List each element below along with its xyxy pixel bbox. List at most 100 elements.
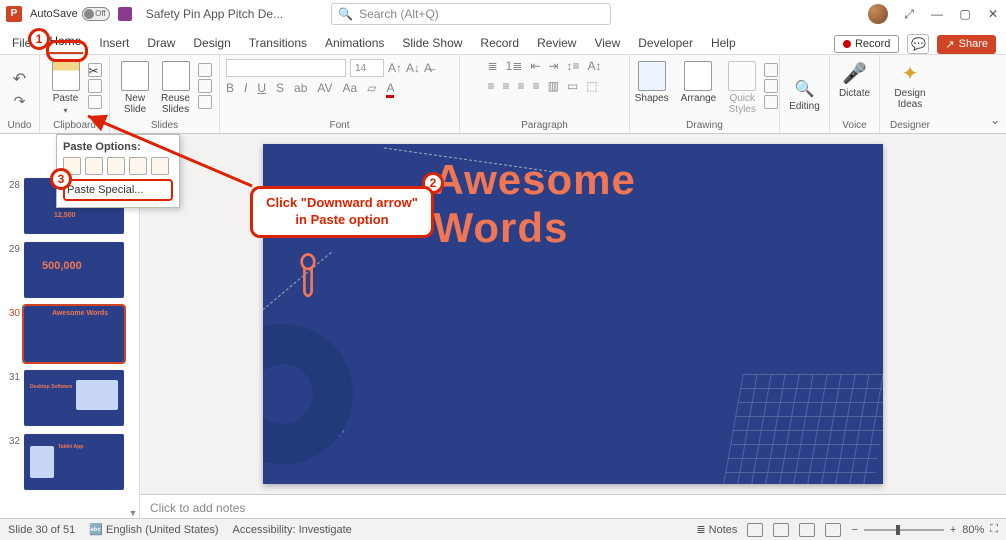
font-size-input[interactable]: 14 [350, 59, 384, 77]
undo-icon[interactable]: ↶ [13, 69, 26, 89]
search-input[interactable]: 🔍 Search (Alt+Q) [331, 3, 611, 25]
user-avatar[interactable] [868, 4, 888, 24]
zoom-out-icon[interactable]: − [851, 524, 857, 536]
minimize-icon[interactable]: — [930, 7, 944, 21]
design-ideas-button[interactable]: ✦ Design Ideas [890, 59, 929, 112]
tab-insert[interactable]: Insert [97, 32, 131, 54]
slide-thumbnail[interactable]: 500,000 [24, 242, 124, 298]
new-slide-button[interactable]: New Slide [117, 59, 153, 117]
accessibility-status[interactable]: Accessibility: Investigate [233, 524, 352, 536]
font-name-input[interactable] [226, 59, 346, 77]
tab-view[interactable]: View [592, 32, 622, 54]
numbering-icon[interactable]: 1≣ [506, 59, 523, 73]
bold-icon[interactable]: B [226, 81, 234, 95]
text-direction-icon[interactable]: A↕ [587, 59, 601, 73]
clear-format-icon[interactable]: A̶ [424, 61, 432, 75]
maximize-icon[interactable]: ▢ [958, 7, 972, 21]
slide-thumbnail[interactable]: Tablet App [24, 434, 124, 490]
comments-button[interactable]: 💬 [907, 34, 929, 54]
slide-thumbnail[interactable]: Desktop Software [24, 370, 124, 426]
slideshow-view-icon[interactable] [825, 523, 841, 537]
tab-design[interactable]: Design [191, 32, 232, 54]
quick-styles-button[interactable]: Quick Styles [724, 59, 760, 117]
thumbnail-row[interactable]: 30 Awesome Words [0, 302, 139, 366]
format-painter-icon[interactable] [88, 95, 102, 109]
sorter-view-icon[interactable] [773, 523, 789, 537]
ribbon-display-icon[interactable]: ⤢ [902, 7, 916, 21]
reset-icon[interactable] [198, 79, 212, 93]
document-title[interactable]: Safety Pin App Pitch De... [146, 7, 283, 21]
strike-icon[interactable]: S [276, 81, 284, 95]
indent-inc-icon[interactable]: ⇥ [548, 59, 558, 73]
voice-group-label: Voice [842, 120, 866, 133]
shape-effects-icon[interactable] [764, 95, 778, 109]
thumbnail-row[interactable]: 31 Desktop Software [0, 366, 139, 430]
tab-slideshow[interactable]: Slide Show [400, 32, 464, 54]
justify-icon[interactable]: ≡ [533, 79, 540, 93]
reuse-slides-button[interactable]: Reuse Slides [157, 59, 194, 117]
scroll-down-icon[interactable]: ▼ [129, 508, 138, 518]
share-button[interactable]: ↗ Share [937, 35, 996, 54]
slide-thumbnail-selected[interactable]: Awesome Words [24, 306, 124, 362]
close-icon[interactable]: ✕ [986, 7, 1000, 21]
shadow-icon[interactable]: ab [294, 81, 307, 95]
annotation-circle-3: 3 [50, 168, 72, 190]
thumbnail-row[interactable]: 29 500,000 [0, 238, 139, 302]
layout-icon[interactable] [198, 63, 212, 77]
thumbnail-row[interactable]: 32 Tablet App [0, 430, 139, 494]
notes-toggle[interactable]: ≣ Notes [696, 523, 737, 536]
dictate-button[interactable]: 🎤 Dictate [835, 59, 874, 101]
paste-button[interactable]: Paste ▾ [48, 59, 84, 117]
shrink-font-icon[interactable]: A↓ [406, 61, 420, 75]
shape-fill-icon[interactable] [764, 63, 778, 77]
tab-transitions[interactable]: Transitions [247, 32, 309, 54]
spacing-icon[interactable]: AV [317, 81, 332, 95]
shapes-button[interactable]: Shapes [631, 59, 673, 106]
zoom-value[interactable]: 80% [962, 524, 984, 536]
underline-icon[interactable]: U [257, 81, 266, 95]
tab-developer[interactable]: Developer [636, 32, 695, 54]
reading-view-icon[interactable] [799, 523, 815, 537]
zoom-control[interactable]: − + 80% ⛶ [851, 523, 998, 536]
slide-title-text[interactable]: Awesome Words [434, 156, 744, 252]
bullets-icon[interactable]: ≣ [488, 59, 498, 73]
zoom-slider[interactable] [864, 529, 944, 531]
align-text-icon[interactable]: ▭ [567, 79, 578, 93]
cut-icon[interactable]: ✂ [88, 63, 102, 77]
align-right-icon[interactable]: ≡ [518, 79, 525, 93]
tab-help[interactable]: Help [709, 32, 738, 54]
indent-dec-icon[interactable]: ⇤ [530, 59, 540, 73]
save-icon[interactable] [118, 7, 132, 21]
smartart-icon[interactable]: ⬚ [586, 79, 597, 93]
zoom-in-icon[interactable]: + [950, 524, 956, 536]
redo-icon[interactable]: ↷ [14, 93, 26, 110]
grow-font-icon[interactable]: A↑ [388, 61, 402, 75]
align-center-icon[interactable]: ≡ [503, 79, 510, 93]
copy-icon[interactable] [88, 79, 102, 93]
language-status[interactable]: 🔤 English (United States) [89, 523, 218, 536]
fit-window-icon[interactable]: ⛶ [990, 523, 998, 536]
collapse-ribbon-icon[interactable]: ⌄ [990, 113, 1000, 127]
columns-icon[interactable]: ▥ [548, 79, 559, 93]
font-color-icon[interactable]: A [386, 81, 394, 95]
italic-icon[interactable]: I [244, 81, 247, 95]
tab-record[interactable]: Record [478, 32, 521, 54]
record-button[interactable]: Record [834, 35, 899, 53]
tab-review[interactable]: Review [535, 32, 578, 54]
arrange-button[interactable]: Arrange [677, 59, 721, 106]
editing-button[interactable]: 🔍 Editing [785, 77, 824, 114]
notes-pane[interactable]: Click to add notes [140, 494, 1006, 521]
paste-dropdown-arrow-icon[interactable]: ▾ [63, 106, 67, 115]
case-icon[interactable]: Aa [343, 81, 358, 95]
highlight-icon[interactable]: ▱ [367, 81, 376, 95]
slide-counter[interactable]: Slide 30 of 51 [8, 524, 75, 536]
toggle-off-icon[interactable]: Off [82, 7, 110, 21]
normal-view-icon[interactable] [747, 523, 763, 537]
line-spacing-icon[interactable]: ↕≡ [566, 59, 579, 73]
tab-animations[interactable]: Animations [323, 32, 386, 54]
tab-draw[interactable]: Draw [145, 32, 177, 54]
shape-outline-icon[interactable] [764, 79, 778, 93]
section-icon[interactable] [198, 95, 212, 109]
autosave-toggle[interactable]: AutoSave Off [30, 7, 110, 21]
align-left-icon[interactable]: ≡ [488, 79, 495, 93]
